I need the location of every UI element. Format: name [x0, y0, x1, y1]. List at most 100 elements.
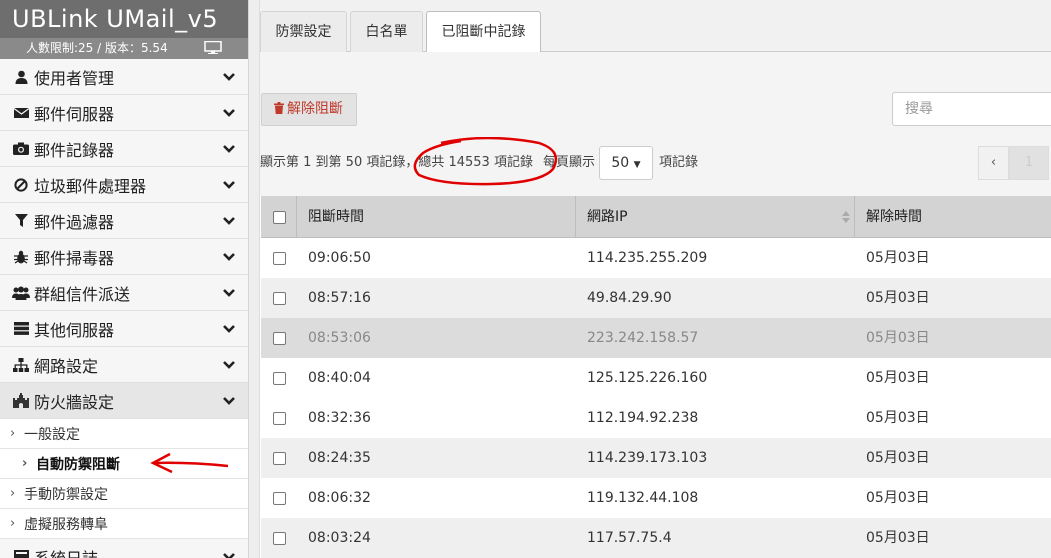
- sidebar-item-label: 群組信件派送: [34, 284, 131, 304]
- release-time: 05月03日: [866, 370, 930, 386]
- page-1-button[interactable]: 1: [1009, 146, 1049, 180]
- block-time: 08:53:06: [308, 330, 371, 346]
- ip-address: 119.132.44.108: [587, 490, 699, 506]
- sidebar-item-system-log[interactable]: 系統日誌: [0, 539, 248, 558]
- sidebar-item-antivirus[interactable]: 郵件掃毒器: [0, 239, 248, 275]
- castle-icon: [12, 393, 30, 408]
- chevron-down-icon: [223, 217, 235, 225]
- select-all-checkbox[interactable]: [273, 210, 286, 224]
- table-row[interactable]: 09:06:50 114.235.255.209 05月03日: [261, 238, 1051, 278]
- block-time: 08:32:36: [308, 410, 371, 426]
- row-checkbox[interactable]: [273, 371, 286, 385]
- table-row[interactable]: 08:03:24 117.57.75.4 05月03日: [261, 518, 1051, 558]
- sidebar-item-label: 其他伺服器: [34, 320, 115, 340]
- sidebar-item-mail-logger[interactable]: 郵件記錄器: [0, 131, 248, 167]
- row-checkbox[interactable]: [273, 411, 286, 425]
- tab-whitelist[interactable]: 白名單: [350, 11, 423, 52]
- tab-defense-settings[interactable]: 防禦設定: [260, 11, 347, 52]
- search-input[interactable]: 搜尋: [892, 92, 1051, 126]
- app-title: UBLink UMail_v5: [0, 0, 248, 38]
- user-icon: [12, 70, 30, 84]
- row-select: [261, 438, 297, 478]
- release-time: 05月03日: [866, 410, 930, 426]
- chevron-right-icon: ›: [22, 456, 28, 471]
- sub-item-manual-defense[interactable]: › 手動防禦設定: [0, 479, 248, 509]
- release-time: 05月03日: [866, 290, 930, 306]
- table-header: 阻斷時間 網路IP 解除時間: [261, 196, 1051, 238]
- table-row[interactable]: 08:06:32 119.132.44.108 05月03日: [261, 478, 1051, 518]
- log-icon: [12, 550, 30, 558]
- sidebar-item-label: 網路設定: [34, 356, 99, 376]
- row-checkbox[interactable]: [273, 291, 286, 305]
- caret-down-icon: ▼: [633, 160, 641, 170]
- chevron-down-icon: [223, 253, 235, 261]
- sub-item-auto-block[interactable]: › 自動防禦阻斷: [0, 449, 248, 479]
- sidebar-item-network[interactable]: 網路設定: [0, 347, 248, 383]
- sidebar-item-filter[interactable]: 郵件過濾器: [0, 203, 248, 239]
- users-icon: [12, 286, 30, 300]
- chevron-down-icon: [223, 181, 235, 189]
- server-icon: [12, 322, 30, 335]
- row-select: [261, 278, 297, 318]
- chevron-right-icon: ›: [10, 516, 16, 531]
- page-size-select[interactable]: 50 ▼: [598, 146, 653, 180]
- row-select: [261, 358, 297, 398]
- header-release-time[interactable]: 解除時間: [855, 196, 1051, 237]
- release-time: 05月03日: [866, 450, 930, 466]
- sidebar-item-label: 郵件掃毒器: [34, 248, 115, 268]
- sidebar-item-spam[interactable]: 垃圾郵件處理器: [0, 167, 248, 203]
- tab-blocked-records[interactable]: 已阻斷中記錄: [426, 11, 541, 53]
- ip-address: 112.194.92.238: [587, 410, 699, 426]
- sub-item-label: 虛擬服務轉阜: [24, 516, 108, 533]
- ip-address: 125.125.226.160: [587, 370, 708, 386]
- trash-icon: [274, 102, 284, 114]
- records-suffix: 項記錄: [658, 155, 698, 170]
- row-checkbox[interactable]: [273, 451, 286, 465]
- filter-icon: [12, 214, 30, 227]
- chevron-right-icon: ›: [10, 486, 16, 501]
- release-time: 05月03日: [866, 490, 930, 506]
- sub-item-label: 自動防禦阻斷: [36, 456, 120, 473]
- sidebar-item-other-servers[interactable]: 其他伺服器: [0, 311, 248, 347]
- release-time: 05月03日: [866, 530, 930, 546]
- row-checkbox[interactable]: [273, 331, 286, 345]
- summary-total: 總共 14553 項記錄: [418, 155, 533, 170]
- sidebar-item-label: 郵件記錄器: [34, 140, 115, 160]
- sort-icon: [842, 211, 850, 223]
- bug-icon: [12, 250, 30, 264]
- chevron-down-icon: [223, 145, 235, 153]
- header-block-time[interactable]: 阻斷時間: [297, 196, 576, 237]
- records-summary: 顯示第 1 到第 50 項記錄， 總共 14553 項記錄 每頁顯示 50 ▼ …: [260, 146, 698, 180]
- row-select: [261, 238, 297, 278]
- envelope-icon: [12, 107, 30, 119]
- row-checkbox[interactable]: [273, 251, 286, 265]
- sitemap-icon: [12, 357, 30, 372]
- blocked-table: 阻斷時間 網路IP 解除時間 09:06:50 114.235.255.209 …: [261, 196, 1051, 558]
- ban-icon: [12, 177, 30, 192]
- table-row[interactable]: 08:53:06 223.242.158.57 05月03日: [261, 318, 1051, 358]
- sidebar-item-users[interactable]: 使用者管理: [0, 59, 248, 95]
- ip-address: 114.235.255.209: [587, 250, 708, 266]
- header-ip[interactable]: 網路IP: [576, 196, 855, 237]
- table-row[interactable]: 08:57:16 49.84.29.90 05月03日: [261, 278, 1051, 318]
- prev-page-button[interactable]: ‹: [978, 146, 1009, 180]
- row-select: [261, 478, 297, 518]
- monitor-icon[interactable]: [204, 41, 222, 54]
- block-time: 08:40:04: [308, 370, 371, 386]
- row-checkbox[interactable]: [273, 491, 286, 505]
- sub-item-virtual-service[interactable]: › 虛擬服務轉阜: [0, 509, 248, 539]
- sub-item-general[interactable]: › 一般設定: [0, 419, 248, 449]
- page-size-value: 50: [611, 155, 630, 171]
- row-select: [261, 518, 297, 558]
- sidebar-item-group-mail[interactable]: 群組信件派送: [0, 275, 248, 311]
- sidebar-item-mail-server[interactable]: 郵件伺服器: [0, 95, 248, 131]
- unblock-button[interactable]: 解除阻斷: [261, 93, 357, 126]
- row-checkbox[interactable]: [273, 531, 286, 545]
- table-row[interactable]: 08:32:36 112.194.92.238 05月03日: [261, 398, 1051, 438]
- block-time: 09:06:50: [308, 250, 371, 266]
- sidebar-item-firewall[interactable]: 防火牆設定: [0, 383, 248, 419]
- table-row[interactable]: 08:24:35 114.239.173.103 05月03日: [261, 438, 1051, 478]
- table-row[interactable]: 08:40:04 125.125.226.160 05月03日: [261, 358, 1051, 398]
- header-ip-label: 網路IP: [587, 209, 628, 225]
- chevron-down-icon: [223, 397, 235, 405]
